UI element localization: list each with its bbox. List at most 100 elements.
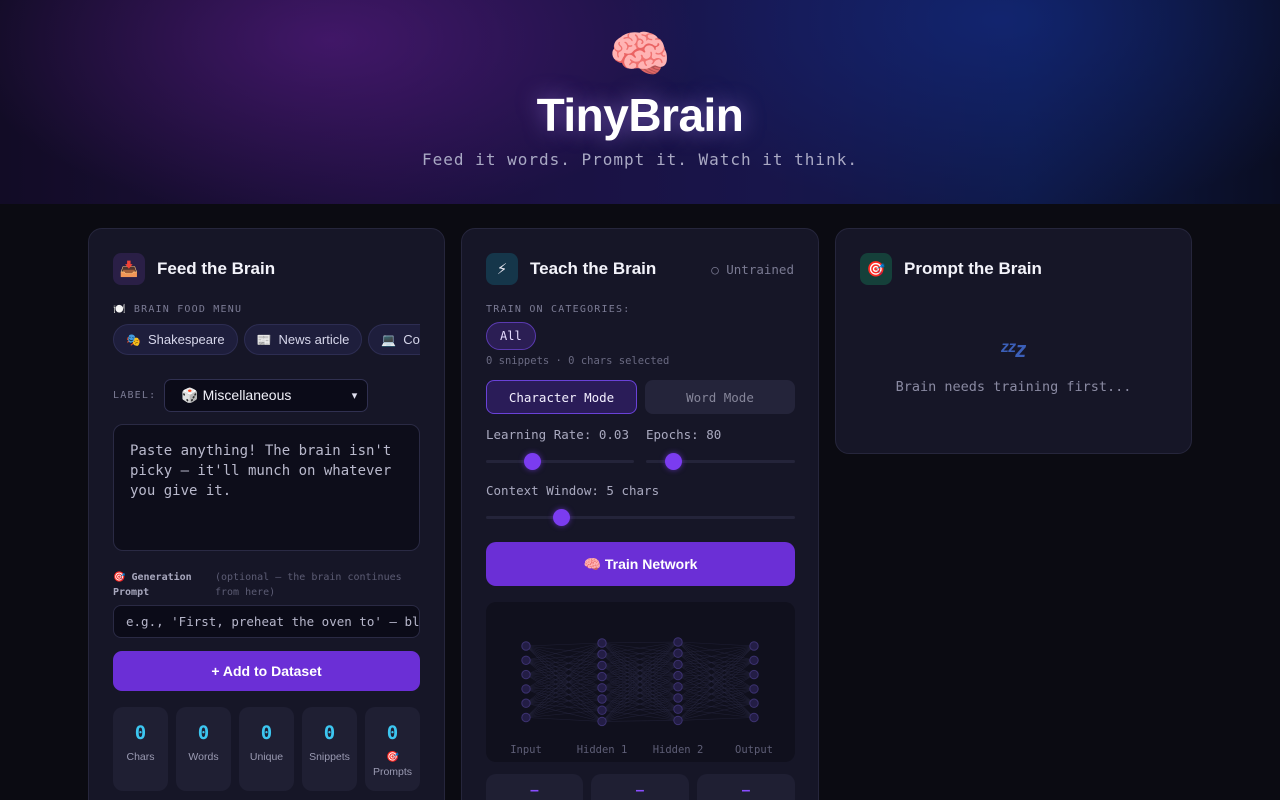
network-node xyxy=(673,659,683,670)
epochs-label: Epochs: 80 xyxy=(646,427,722,442)
network-node xyxy=(521,655,531,665)
hero-header: 🧠 TinyBrain Feed it words. Prompt it. Wa… xyxy=(0,0,1280,204)
network-node xyxy=(597,716,607,727)
network-node xyxy=(597,671,607,682)
network-node xyxy=(597,638,607,648)
layer-label-input: Input xyxy=(510,744,542,756)
feed-panel: 📥 Feed the Brain 🍽️ BRAIN FOOD MENU 🎭 Sha… xyxy=(88,228,445,800)
snippet-textarea[interactable]: Paste anything! The brain isn't picky — … xyxy=(113,424,420,551)
network-node xyxy=(673,682,683,692)
label-select[interactable]: 🎲 Miscellaneous ▾ xyxy=(164,379,369,412)
context-window-thumb[interactable] xyxy=(553,509,570,526)
network-node xyxy=(749,669,759,680)
chevron-down-icon: ▾ xyxy=(351,390,358,402)
teach-panel-header: ⚡ Teach the Brain xyxy=(486,253,656,285)
stat-unique: 0 Unique xyxy=(239,707,294,791)
inbox-icon: 📥 xyxy=(113,253,145,285)
layer-label-hidden-1: Hidden 1 xyxy=(576,744,628,756)
epochs-slider[interactable] xyxy=(646,453,795,470)
epochs-thumb[interactable] xyxy=(665,453,682,470)
network-node xyxy=(673,637,683,647)
network-node xyxy=(521,669,531,680)
layer-label-output: Output xyxy=(735,744,773,756)
network-node xyxy=(597,683,607,693)
network-edge xyxy=(525,717,603,722)
network-node xyxy=(673,704,683,714)
brain-logo-icon: 🧠 xyxy=(608,26,672,82)
generation-prompt-label: 🎯 Generation Prompt xyxy=(113,572,192,598)
network-node xyxy=(673,648,683,658)
context-window-label: Context Window: 5 chars xyxy=(486,483,660,498)
needs-training-message: Brain needs training first... xyxy=(895,379,1132,395)
sleeping-zzz-icon: ᶻᶻz xyxy=(1000,337,1027,362)
laptop-icon: 💻 xyxy=(381,332,397,347)
label-field-label: LABEL: xyxy=(113,390,157,401)
add-to-dataset-button[interactable]: + Add to Dataset xyxy=(113,651,420,691)
network-node xyxy=(673,715,683,726)
learning-rate-slider[interactable] xyxy=(486,453,634,470)
target-icon: 🎯 xyxy=(860,253,892,285)
layer-label-hidden-2: Hidden 2 xyxy=(652,744,704,756)
training-status: ○ Untrained xyxy=(711,262,794,277)
stat-words: 0 Words xyxy=(176,707,231,791)
app-subtitle: Feed it words. Prompt it. Watch it think… xyxy=(422,150,858,169)
generation-prompt-row: 🎯 Generation Prompt (optional — the brai… xyxy=(113,570,420,602)
chip-news-article[interactable]: 📰 News article xyxy=(243,324,363,355)
network-node xyxy=(597,694,607,704)
selection-info: 0 snippets · 0 chars selected xyxy=(486,355,670,367)
lightning-icon: ⚡ xyxy=(486,253,518,285)
categories-label: TRAIN ON CATEGORIES: xyxy=(486,304,631,315)
network-node xyxy=(521,712,531,723)
network-edge xyxy=(525,687,603,690)
label-row: LABEL: 🎲 Miscellaneous ▾ xyxy=(113,379,369,412)
stat-chars: 0 Chars xyxy=(113,707,168,791)
brain-food-chips: 🎭Shakespeare📰News article💻Code xyxy=(113,324,420,356)
newspaper-icon: 📰 xyxy=(256,332,272,347)
network-diagram xyxy=(521,637,759,727)
network-node xyxy=(749,712,759,723)
prompt-panel-header: 🎯 Prompt the Brain xyxy=(860,253,1042,285)
network-node xyxy=(521,641,531,651)
network-node xyxy=(597,705,607,715)
feed-panel-title: Feed the Brain xyxy=(157,259,276,278)
network-node xyxy=(521,698,531,708)
chip-shakespeare[interactable]: 🎭 Shakespeare xyxy=(113,324,238,355)
generation-prompt-hint: (optional — the brain continues from her… xyxy=(215,572,402,598)
character-mode-button[interactable]: Character Mode xyxy=(486,380,637,414)
train-network-button[interactable]: 🧠 Train Network xyxy=(486,542,795,586)
brain-food-menu-label: 🍽️ BRAIN FOOD MENU xyxy=(113,304,243,315)
learning-rate-label: Learning Rate: 0.03 xyxy=(486,427,629,442)
stat-prompts: 0 🎯 Prompts xyxy=(365,707,420,791)
network-edge xyxy=(677,641,755,647)
generation-prompt-input[interactable]: e.g., 'First, preheat the oven to' — bl xyxy=(113,605,420,638)
app-title: TinyBrain xyxy=(536,89,744,141)
network-node xyxy=(749,655,759,665)
network-node xyxy=(673,670,683,681)
chip-code[interactable]: 💻Code xyxy=(368,324,420,355)
theater-icon: 🎭 xyxy=(126,332,141,347)
teach-panel-title: Teach the Brain xyxy=(530,259,657,278)
prompt-panel-title: Prompt the Brain xyxy=(904,259,1042,278)
network-node xyxy=(749,684,759,694)
metric-card-3: – xyxy=(697,774,795,800)
prompt-panel: 🎯 Prompt the Brain ᶻᶻz Brain needs train… xyxy=(835,228,1192,454)
feed-panel-header: 📥 Feed the Brain xyxy=(113,253,275,285)
metric-card-1: – xyxy=(486,774,583,800)
stat-snippets: 0 Snippets xyxy=(302,707,357,791)
learning-rate-thumb[interactable] xyxy=(524,453,541,470)
dataset-stats: 0 Chars 0 Words 0 Unique 0 Snippets 0 🎯 … xyxy=(113,707,420,791)
network-node xyxy=(749,698,759,708)
network-node xyxy=(521,684,531,694)
teach-panel: ⚡ Teach the Brain ○ Untrained TRAIN ON C… xyxy=(461,228,819,800)
context-window-slider[interactable] xyxy=(486,509,795,526)
network-node xyxy=(597,660,607,671)
category-all-chip[interactable]: All xyxy=(486,322,536,350)
network-node xyxy=(749,641,759,651)
network-edge xyxy=(601,720,679,722)
metric-card-2: – xyxy=(591,774,689,800)
network-visualization: Input Hidden 1 Hidden 2 Output xyxy=(486,602,795,762)
network-edge xyxy=(677,674,755,676)
word-mode-button[interactable]: Word Mode xyxy=(645,380,795,414)
network-node xyxy=(673,693,683,703)
network-edge xyxy=(601,641,679,644)
